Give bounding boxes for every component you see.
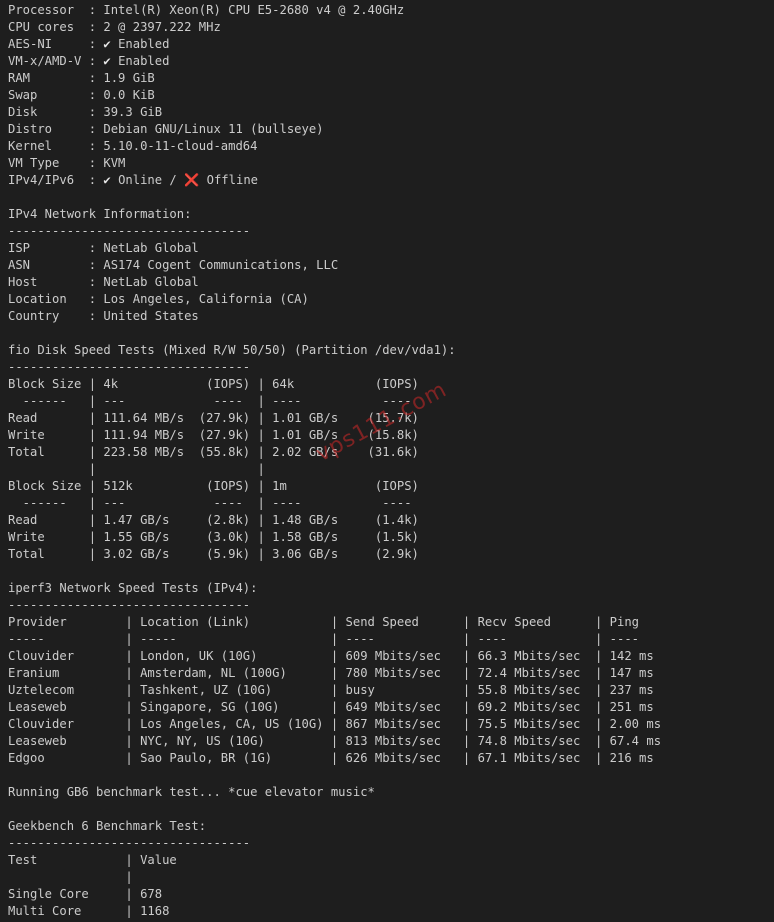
terminal-line: AES-NI : ✔ Enabled <box>8 37 170 51</box>
terminal-line: RAM : 1.9 GiB <box>8 71 155 85</box>
checkmark-icon: ✔ <box>103 37 111 51</box>
terminal-line: Location : Los Angeles, California (CA) <box>8 292 309 306</box>
terminal-line: fio Disk Speed Tests (Mixed R/W 50/50) (… <box>8 343 456 357</box>
terminal-line: Single Core | 678 <box>8 887 163 901</box>
terminal-line: Total | 3.02 GB/s (5.9k) | 3.06 GB/s (2.… <box>8 547 419 561</box>
checkmark-icon: ✔ <box>103 173 111 187</box>
terminal-line: --------------------------------- <box>8 360 251 374</box>
terminal-line: --------------------------------- <box>8 224 251 238</box>
terminal-line: Multi Core | 1168 <box>8 904 170 918</box>
terminal-line: VM-x/AMD-V : ✔ Enabled <box>8 54 170 68</box>
terminal-output: Processor : Intel(R) Xeon(R) CPU E5-2680… <box>8 2 768 920</box>
terminal-line: Block Size | 512k (IOPS) | 1m (IOPS) <box>8 479 419 493</box>
terminal-line: Write | 1.55 GB/s (3.0k) | 1.58 GB/s (1.… <box>8 530 419 544</box>
terminal-line: Clouvider | Los Angeles, CA, US (10G) | … <box>8 717 662 731</box>
terminal-line: Host : NetLab Global <box>8 275 199 289</box>
terminal-line: ASN : AS174 Cogent Communications, LLC <box>8 258 339 272</box>
terminal-line: ------ | --- ---- | ---- ---- <box>8 496 412 510</box>
terminal-line: Read | 1.47 GB/s (2.8k) | 1.48 GB/s (1.4… <box>8 513 419 527</box>
terminal-line: | <box>8 870 133 884</box>
terminal-line: | | <box>8 462 265 476</box>
terminal-line: CPU cores : 2 @ 2397.222 MHz <box>8 20 221 34</box>
cross-icon: ❌ <box>184 173 200 187</box>
terminal-line: IPv4 Network Information: <box>8 207 192 221</box>
terminal-line: ------ | --- ---- | ---- ---- <box>8 394 412 408</box>
terminal-line: VM Type : KVM <box>8 156 126 170</box>
terminal-line: Edgoo | Sao Paulo, BR (1G) | 626 Mbits/s… <box>8 751 654 765</box>
terminal-line: ISP : NetLab Global <box>8 241 199 255</box>
terminal-line: Processor : Intel(R) Xeon(R) CPU E5-2680… <box>8 3 405 17</box>
terminal-line: --------------------------------- <box>8 598 251 612</box>
terminal-line: Kernel : 5.10.0-11-cloud-amd64 <box>8 139 258 153</box>
terminal-line: Provider | Location (Link) | Send Speed … <box>8 615 640 629</box>
terminal-line: Geekbench 6 Benchmark Test: <box>8 819 207 833</box>
terminal-line: Write | 111.94 MB/s (27.9k) | 1.01 GB/s … <box>8 428 419 442</box>
terminal-line: Read | 111.64 MB/s (27.9k) | 1.01 GB/s (… <box>8 411 419 425</box>
terminal-line: Leaseweb | Singapore, SG (10G) | 649 Mbi… <box>8 700 654 714</box>
terminal-line: Block Size | 4k (IOPS) | 64k (IOPS) <box>8 377 419 391</box>
terminal-line: IPv4/IPv6 : ✔ Online / ❌ Offline <box>8 173 258 187</box>
terminal-line: Disk : 39.3 GiB <box>8 105 163 119</box>
terminal-line: iperf3 Network Speed Tests (IPv4): <box>8 581 258 595</box>
terminal-line: Country : United States <box>8 309 199 323</box>
terminal-line: Distro : Debian GNU/Linux 11 (bullseye) <box>8 122 324 136</box>
terminal-line: Test | Value <box>8 853 177 867</box>
terminal-line: Leaseweb | NYC, NY, US (10G) | 813 Mbits… <box>8 734 662 748</box>
terminal-line: Clouvider | London, UK (10G) | 609 Mbits… <box>8 649 654 663</box>
terminal-line: Swap : 0.0 KiB <box>8 88 155 102</box>
terminal-line: Total | 223.58 MB/s (55.8k) | 2.02 GB/s … <box>8 445 419 459</box>
terminal-line: --------------------------------- <box>8 836 251 850</box>
terminal-line: Uztelecom | Tashkent, UZ (10G) | busy | … <box>8 683 654 697</box>
terminal-line: Running GB6 benchmark test... *cue eleva… <box>8 785 375 799</box>
terminal-line: Eranium | Amsterdam, NL (100G) | 780 Mbi… <box>8 666 654 680</box>
checkmark-icon: ✔ <box>103 54 111 68</box>
terminal-line: ----- | ----- | ---- | ---- | ---- <box>8 632 640 646</box>
